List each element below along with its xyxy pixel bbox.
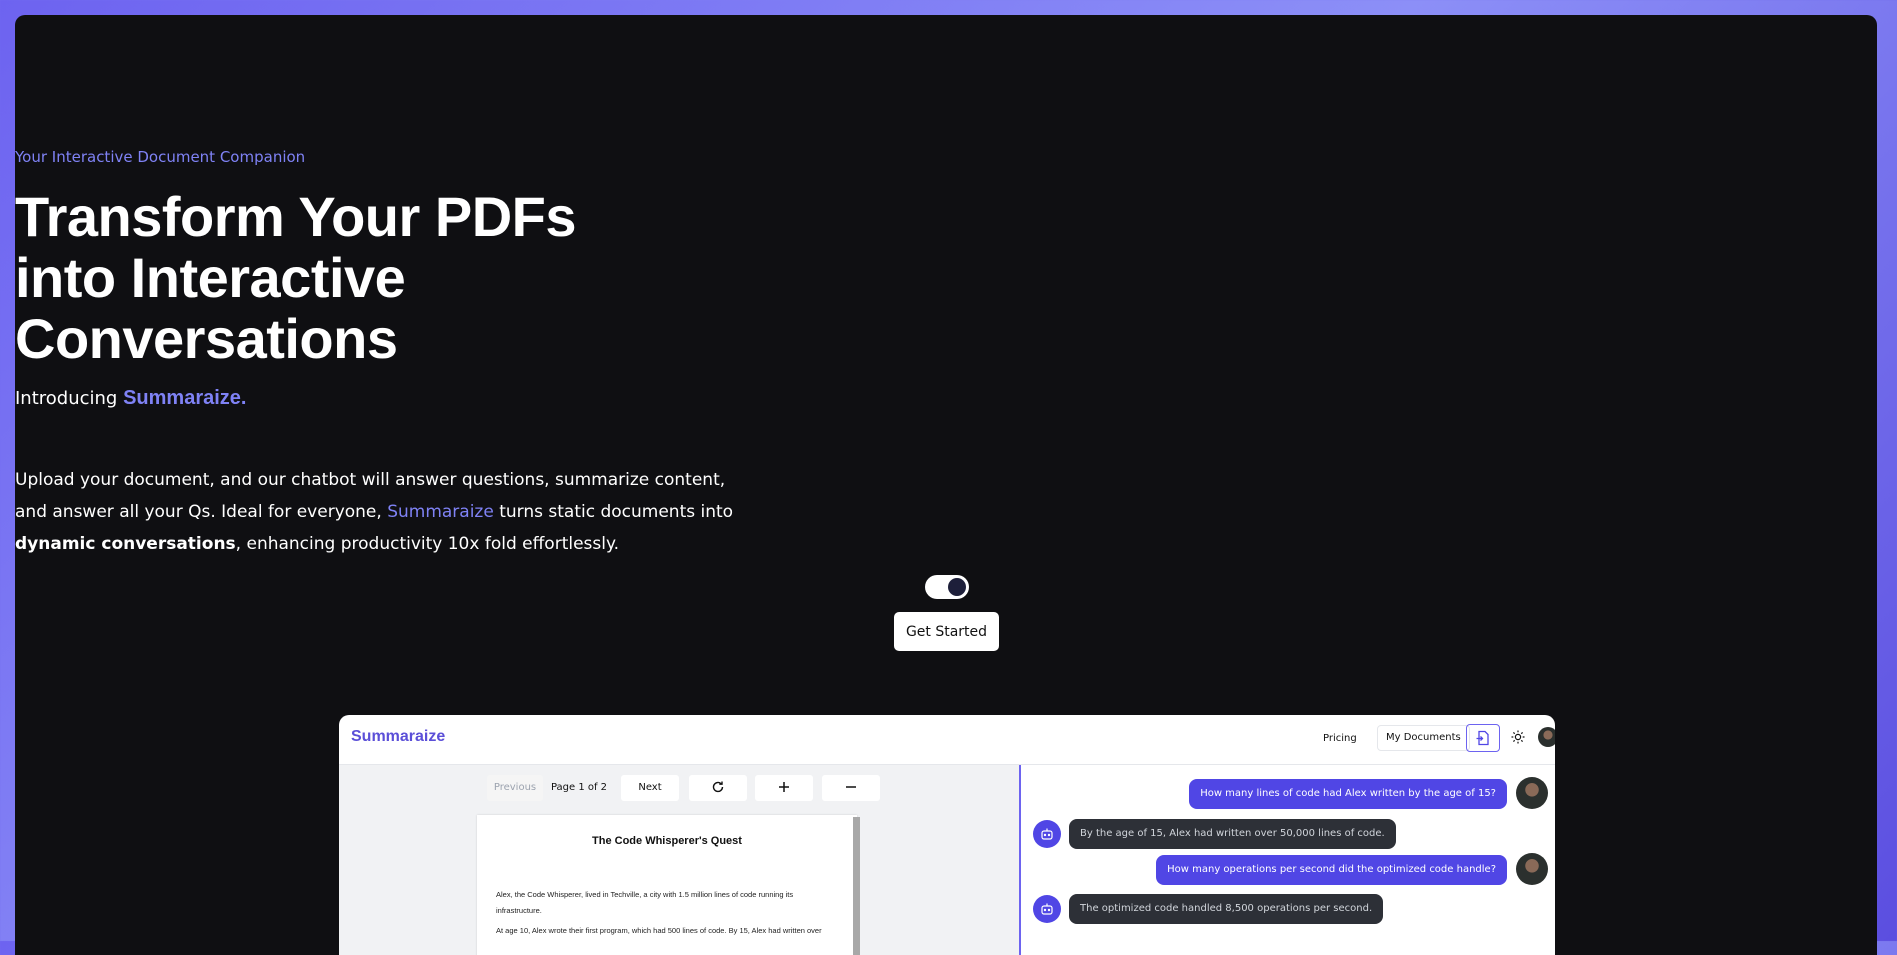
get-started-button[interactable]: Get Started [894, 612, 999, 651]
rotate-icon[interactable] [689, 775, 747, 801]
hero-description: Upload your document, and our chatbot wi… [15, 464, 1877, 560]
bot-message: The optimized code handled 8,500 operati… [1069, 894, 1384, 924]
app-navbar: Summaraize Pricing My Documents [339, 715, 1555, 765]
pdf-viewer: Previous Page 1 of 2 Next The Code Whisp… [339, 765, 1021, 955]
eyebrow-text: Your Interactive Document Companion [15, 148, 306, 166]
bot-icon [1033, 820, 1061, 848]
pdf-paragraph-1: Alex, the Code Whisperer, lived in Techv… [496, 887, 835, 919]
sun-icon[interactable] [1509, 728, 1527, 746]
desc-line2a: and answer all your Qs. Ideal for everyo… [15, 502, 388, 522]
file-upload-icon[interactable] [1466, 724, 1500, 752]
user-avatar [1516, 777, 1548, 809]
pdf-document-title: The Code Whisperer's Quest [592, 835, 742, 847]
app-preview: Summaraize Pricing My Documents Previous… [339, 715, 1555, 955]
previous-page-button[interactable]: Previous [487, 775, 543, 801]
hero-title-line2: into Interactive [15, 246, 406, 309]
page-frame: Your Interactive Document Companion Tran… [15, 15, 1877, 955]
intro-prefix: Introducing [15, 388, 124, 409]
desc-line2b: turns static documents into [493, 502, 734, 522]
desc-line3: , enhancing productivity 10x fold effort… [235, 534, 620, 554]
page-indicator: Page 1 of 2 [550, 782, 608, 793]
pdf-paragraph-2: At age 10, Alex wrote their first progra… [496, 923, 835, 939]
next-page-button[interactable]: Next [621, 775, 679, 801]
user-message: How many lines of code had Alex written … [1189, 779, 1507, 809]
theme-toggle[interactable] [925, 575, 969, 599]
desc-brand: Summaraize [387, 502, 494, 522]
hero-title-line3: Conversations [15, 307, 398, 370]
hero-title-line1: Transform Your PDFs [15, 185, 577, 248]
pdf-line: At age 10, Alex wrote their first progra… [496, 926, 822, 935]
app-logo[interactable]: Summaraize [351, 728, 445, 746]
intro-brand: Summaraize. [123, 387, 247, 409]
pdf-page: The Code Whisperer's Quest Alex, the Cod… [477, 815, 857, 955]
desc-bold: dynamic conversations [15, 534, 236, 554]
avatar[interactable] [1538, 727, 1555, 747]
zoom-out-icon[interactable] [822, 775, 880, 801]
user-message: How many operations per second did the o… [1156, 855, 1507, 885]
bot-icon [1033, 895, 1061, 923]
nav-pricing-link[interactable]: Pricing [1317, 727, 1363, 751]
zoom-in-icon[interactable] [755, 775, 813, 801]
intro-line: Introducing Summaraize. [15, 387, 1877, 410]
pdf-line: Alex, the Code Whisperer, lived in Techv… [496, 890, 794, 899]
user-avatar [1516, 853, 1548, 885]
nav-my-documents-button[interactable]: My Documents [1377, 725, 1470, 751]
chat-panel: How many lines of code had Alex written … [1021, 765, 1555, 955]
toggle-knob [948, 578, 966, 596]
pdf-line: infrastructure. [496, 906, 542, 915]
pdf-scrollbar[interactable] [853, 817, 860, 955]
bot-message: By the age of 15, Alex had written over … [1069, 819, 1396, 849]
desc-line1: Upload your document, and our chatbot wi… [15, 470, 726, 490]
hero-title: Transform Your PDFs into Interactive Con… [15, 186, 1877, 369]
